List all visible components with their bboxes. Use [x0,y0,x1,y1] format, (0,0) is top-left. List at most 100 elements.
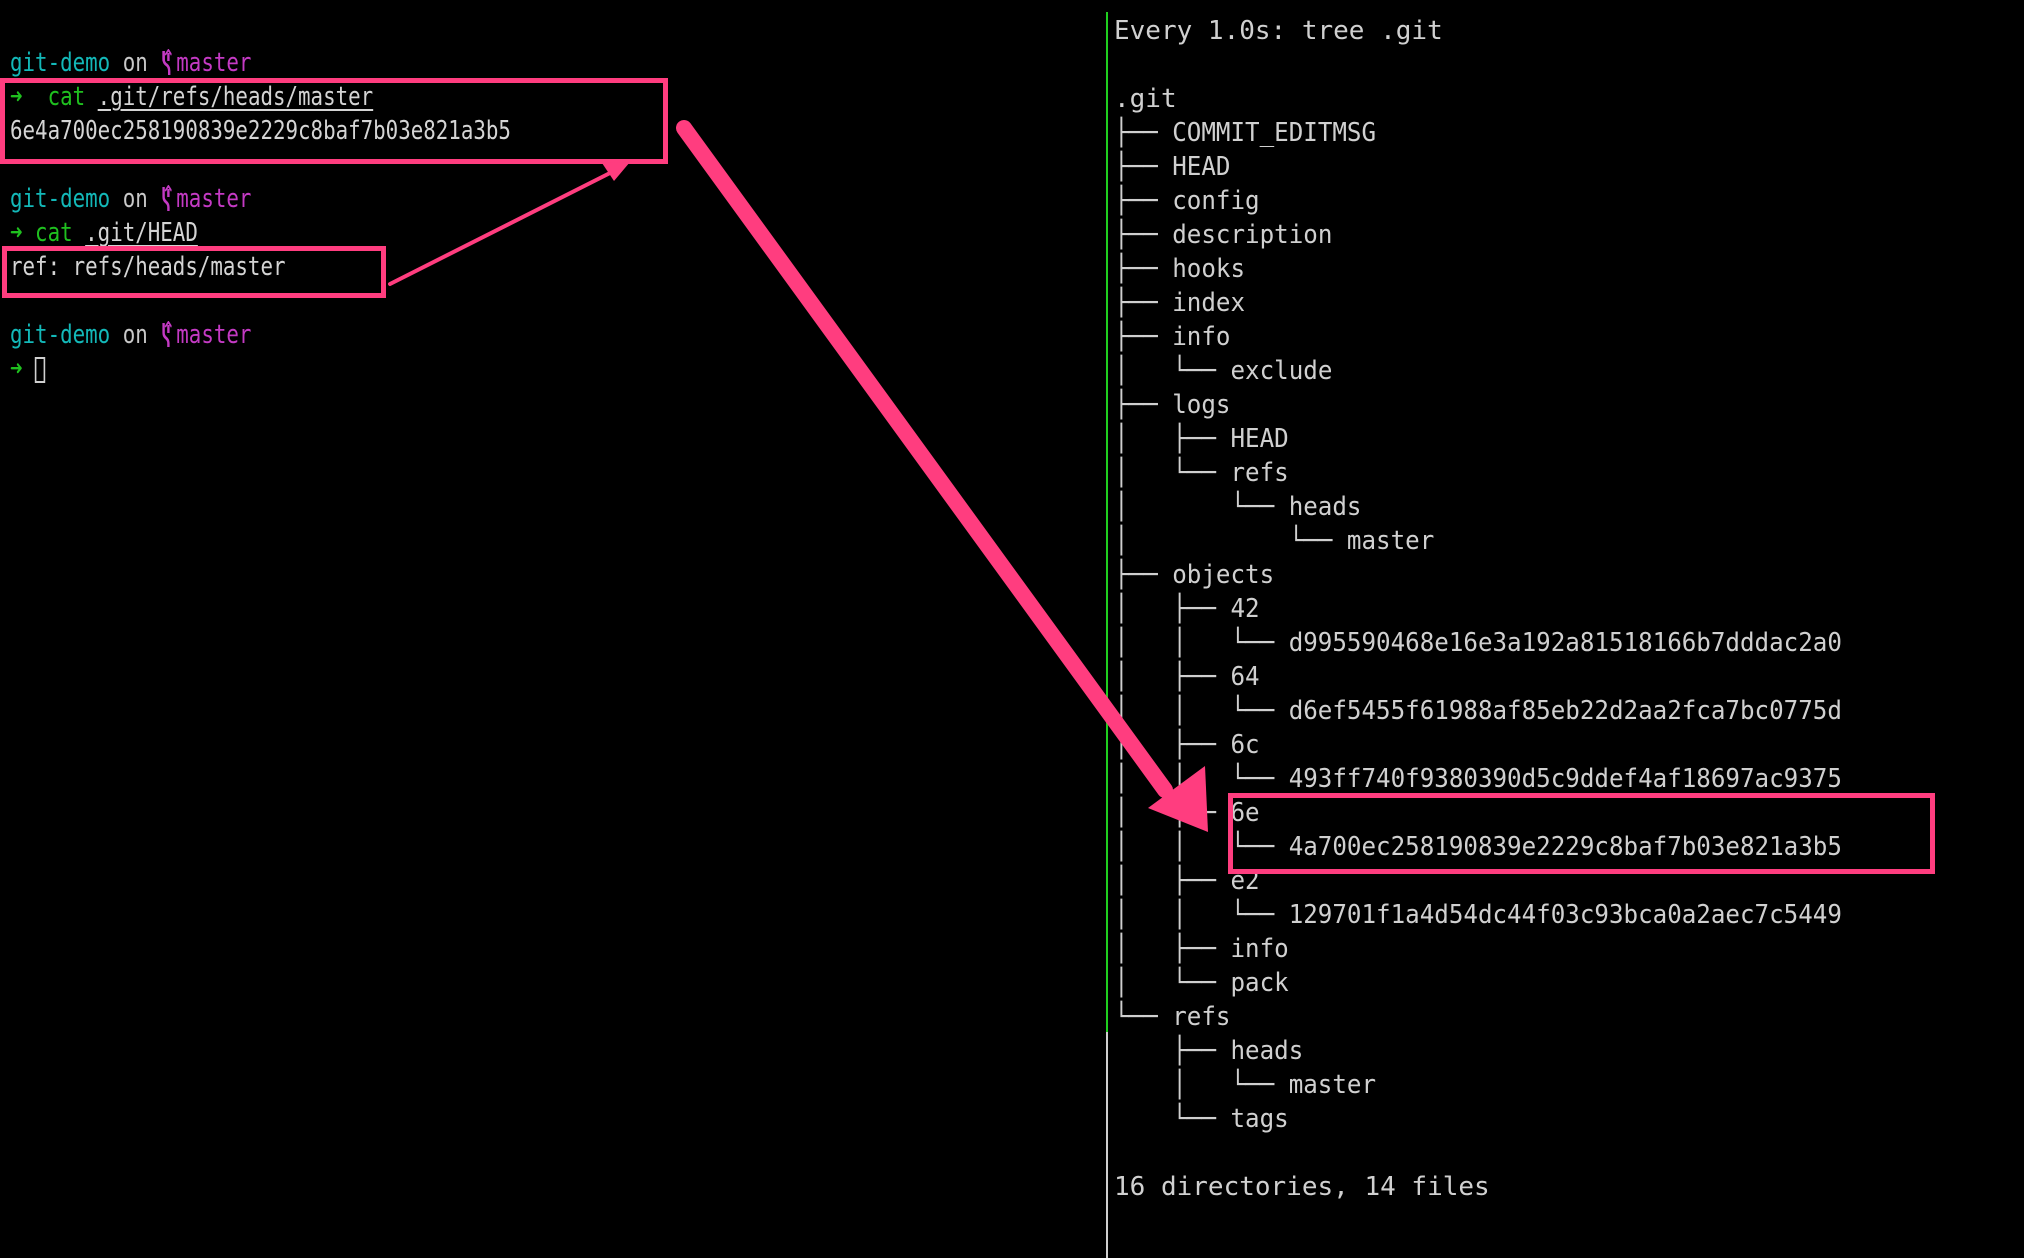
tree-branch-glyph: │ │ └── [1114,900,1289,930]
prompt-on: on [122,320,148,350]
tree-branch-glyph: │ ├── [1114,424,1231,454]
pane-divider-lower[interactable] [1106,1032,1108,1258]
git-branch-icon [162,185,172,211]
tree-entry-name: heads [1230,1036,1304,1066]
tree-entry-name: refs [1172,1002,1231,1032]
tree-entry: ├── heads [1114,1034,1318,1068]
tree-entry: ├── index [1114,286,1255,320]
tree-entry-name: pack [1230,968,1289,998]
tree-entry: ├── description [1114,218,1349,252]
tree-branch-glyph: │ ├── [1114,730,1231,760]
tree-entry: │ └── master [1114,524,1458,558]
tree-branch-glyph: │ └── [1114,1070,1289,1100]
tree-entry-name: exclude [1230,356,1333,386]
tree-branch-glyph: │ └── [1114,356,1231,386]
prompt-dir: git-demo [10,184,111,214]
tree-branch-glyph: │ └── [1114,492,1289,522]
tree-entry: │ ├── 42 [1114,592,1271,626]
tree-branch-glyph: ├── [1114,560,1173,590]
tree-entry-name: tags [1230,1104,1289,1134]
head-output-box [2,246,386,298]
tree-entry-name: HEAD [1172,152,1231,182]
tree-entry: │ │ └── 129701f1a4d54dc44f03c93bca0a2aec… [1114,898,1897,932]
tree-branch-glyph: │ │ └── [1114,628,1289,658]
tree-entry-name: 493ff740f9380390d5c9ddef4af18697ac9375 [1288,764,1842,794]
command-name: cat [35,218,73,248]
input-line[interactable]: ➜ [10,352,54,386]
tree-branch-glyph: └── [1114,1104,1231,1134]
tree-branch-glyph: │ ├── [1114,594,1231,624]
tree-branch-glyph: │ │ └── [1114,696,1289,726]
command-argument: .git/HEAD [85,218,198,248]
left-terminal-pane[interactable]: git-demo on master ➜ cat .git/refs/heads… [0,0,1105,1258]
tree-entry: ├── logs [1114,388,1239,422]
tree-entry: │ └── pack [1114,966,1302,1000]
tree-branch-glyph: └── [1114,1002,1173,1032]
tree-branch-glyph: │ └── [1114,458,1231,488]
prompt-arrow-icon: ➜ [10,218,23,248]
tree-branch-glyph: ├── [1114,390,1173,420]
tree-branch-glyph: │ └── [1114,968,1231,998]
prompt-dir: git-demo [10,48,111,78]
command-line: ➜ cat .git/HEAD [10,216,245,250]
tree-entry: │ ├── 64 [1114,660,1271,694]
tree-root: .git [1114,84,1177,114]
tree-entry: │ │ └── 493ff740f9380390d5c9ddef4af18697… [1114,762,1897,796]
object-6e-box [1228,793,1935,874]
tree-entry-name: 42 [1230,594,1260,624]
tree-entry-name: info [1230,934,1289,964]
tree-entry: │ ├── 6c [1114,728,1271,762]
tree-entry-name: info [1172,322,1231,352]
pane-divider[interactable] [1106,12,1108,1032]
right-terminal-pane[interactable]: Every 1.0s: tree .git .git ├── COMMIT_ED… [1114,0,2014,1258]
prompt-branch: master [176,184,252,214]
tree-entry: │ └── refs [1114,456,1302,490]
tree-entry-name: config [1172,186,1260,216]
tree-branch-glyph: │ │ └── [1114,764,1289,794]
tree-entry: │ ├── HEAD [1114,422,1302,456]
tree-branch-glyph: ├── [1114,220,1173,250]
tree-entry-name: d995590468e16e3a192a81518166b7dddac2a0 [1288,628,1842,658]
tree-branch-glyph: ├── [1114,288,1173,318]
watch-header: Every 1.0s: tree .git [1114,16,1443,46]
prompt-branch: master [176,320,252,350]
tree-branch-glyph: │ └── [1114,526,1347,556]
tree-entry-name: hooks [1172,254,1246,284]
tree-entry-name: heads [1288,492,1362,522]
tree-entry: │ │ └── d995590468e16e3a192a81518166b7dd… [1114,626,1897,660]
tree-entry: └── refs [1114,1000,1239,1034]
tree-branch-glyph: ├── [1114,118,1173,148]
tree-entry: ├── info [1114,320,1239,354]
prompt-on: on [122,48,148,78]
tree-branch-glyph: ├── [1114,254,1173,284]
prompt-line: git-demo on master [10,182,312,216]
tree-entry-name: master [1288,1070,1377,1100]
tree-branch-glyph: ├── [1114,186,1173,216]
tree-branch-glyph: ├── [1114,152,1173,182]
tree-summary: 16 directories, 14 files [1114,1172,1490,1202]
tree-entry: └── tags [1114,1102,1302,1136]
tree-entry-name: HEAD [1230,424,1289,454]
tree-entry: │ └── heads [1114,490,1380,524]
prompt-line: git-demo on master [10,318,312,352]
prompt-on: on [122,184,148,214]
git-branch-icon [162,49,172,75]
tree-entry-name: 64 [1230,662,1260,692]
tree-entry: │ │ └── d6ef5455f61988af85eb22d2aa2fca7b… [1114,694,1897,728]
tree-entry: ├── hooks [1114,252,1255,286]
git-branch-icon [162,321,172,347]
tree-branch-glyph: ├── [1114,1036,1231,1066]
ref-file-output-box [0,78,668,164]
tree-branch-glyph: │ ├── [1114,662,1231,692]
tree-entry: ├── HEAD [1114,150,1239,184]
tree-entry: │ └── exclude [1114,354,1349,388]
tree-entry-name: description [1172,220,1333,250]
tree-entry-name: index [1172,288,1246,318]
terminal-cursor[interactable] [35,357,46,383]
tree-branch-glyph: │ ├── [1114,798,1231,828]
prompt-branch: master [176,48,252,78]
tree-branch-glyph: ├── [1114,322,1173,352]
prompt-line: git-demo on master [10,46,312,80]
prompt-arrow-icon: ➜ [10,354,23,384]
tree-entry-name: objects [1172,560,1275,590]
